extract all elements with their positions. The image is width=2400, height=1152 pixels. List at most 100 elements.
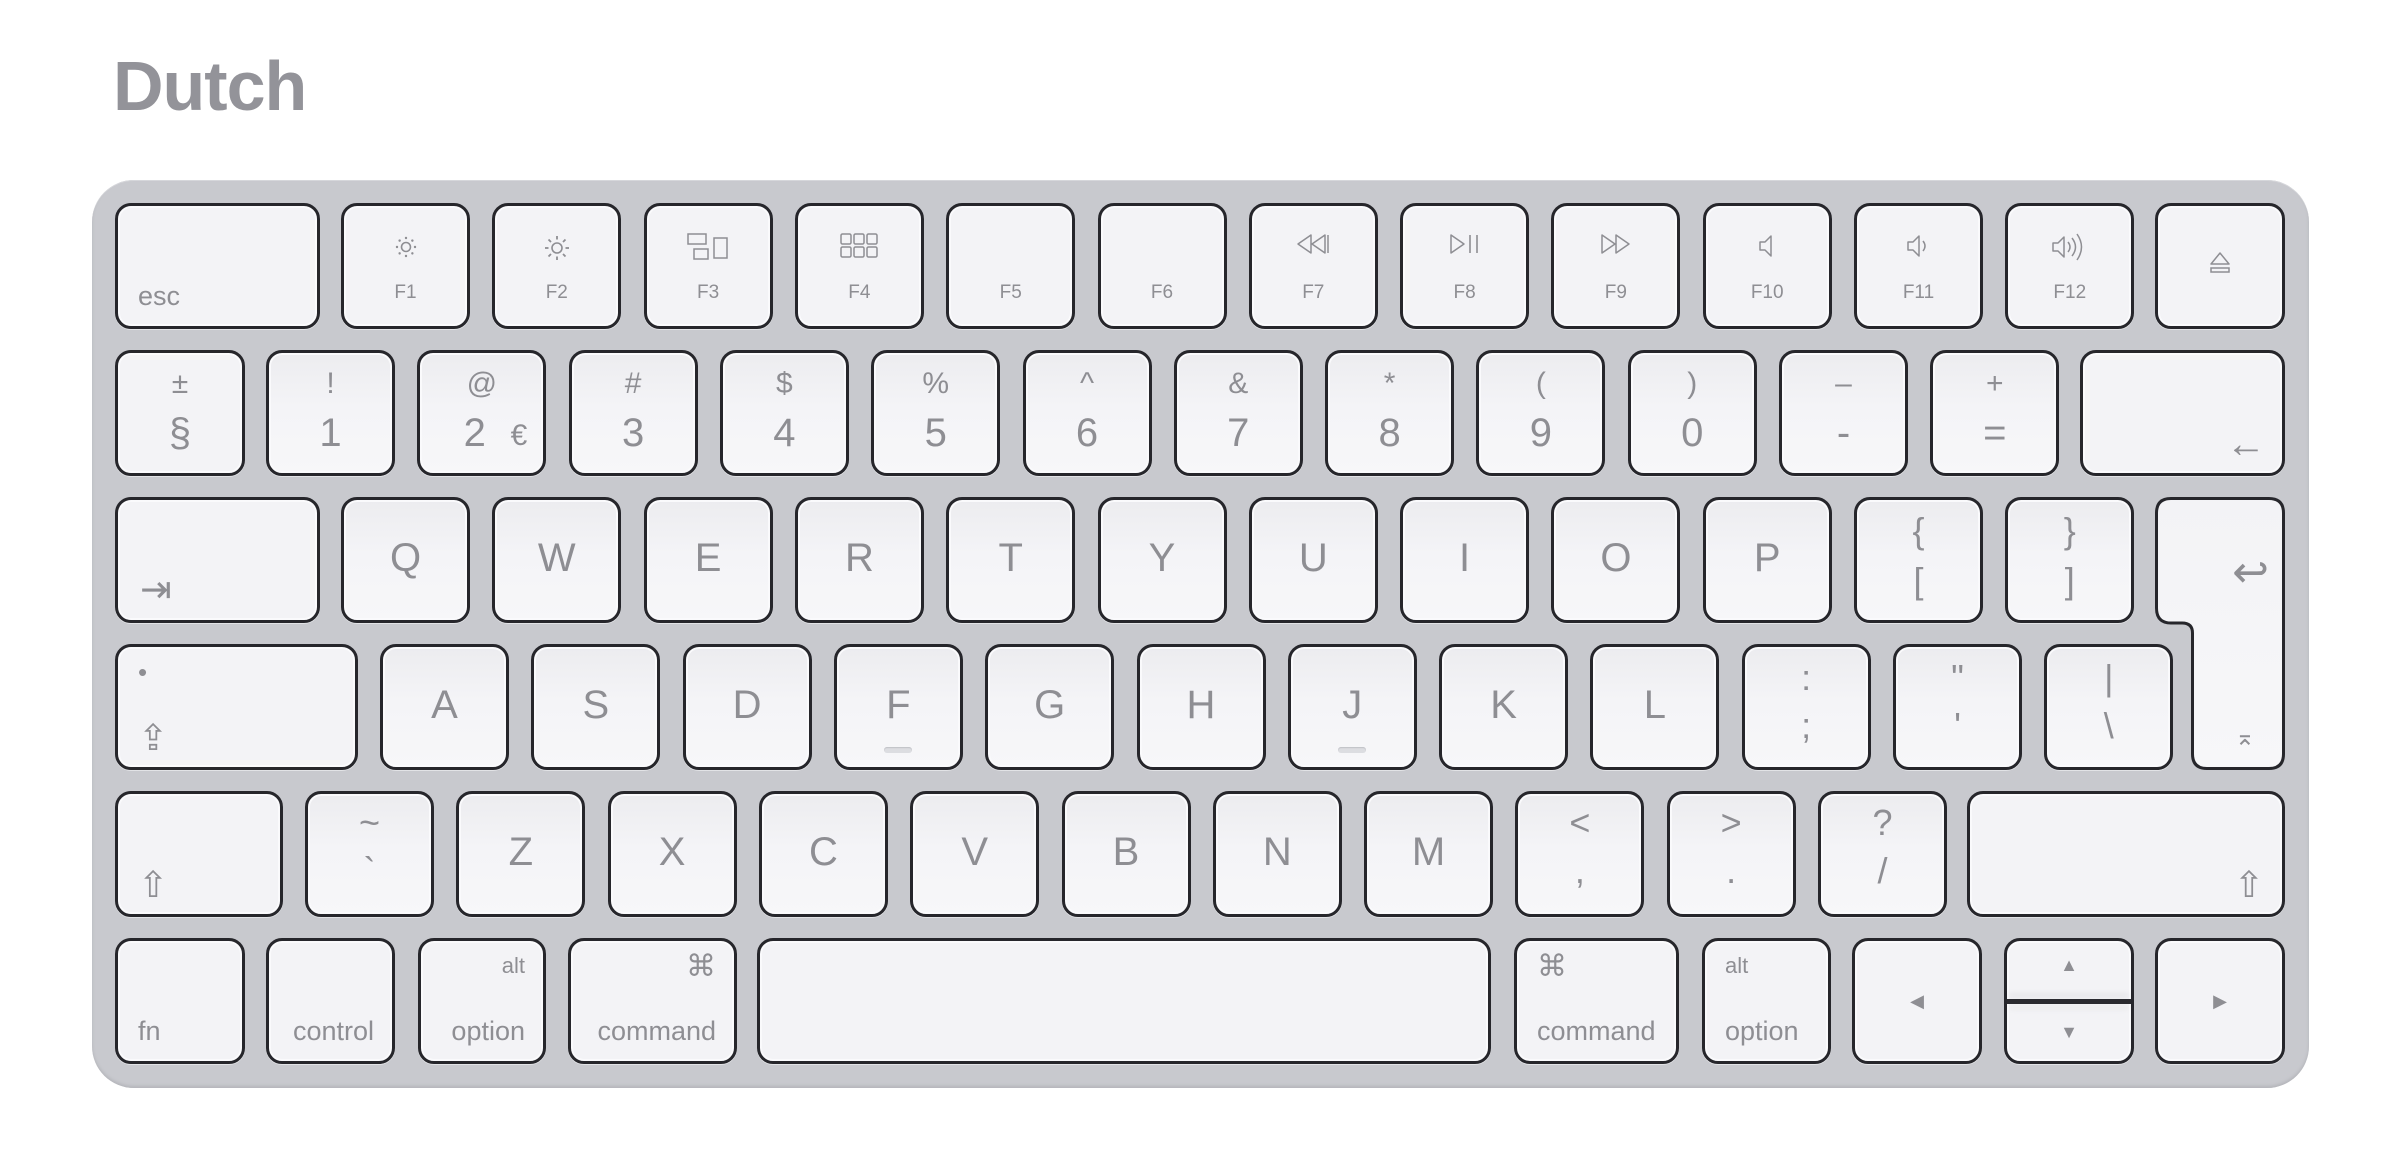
key-8[interactable]: * 8 <box>1325 350 1455 476</box>
right-command-key[interactable]: ⌘ command <box>1514 938 1679 1064</box>
key-q[interactable]: Q <box>341 497 470 623</box>
key-j[interactable]: J <box>1287 644 1417 770</box>
key-v[interactable]: V <box>910 791 1040 917</box>
key-9[interactable]: (9 <box>1476 350 1606 476</box>
option-label: option <box>451 1016 525 1046</box>
fkey-f5[interactable]: F5 <box>946 203 1076 329</box>
key-shift-legend: | <box>2104 657 2114 698</box>
key-legend: Z <box>508 830 534 874</box>
key-r[interactable]: R <box>794 497 924 623</box>
key-legend: P <box>1753 536 1781 580</box>
key-c[interactable]: C <box>758 791 888 917</box>
key-legend: [ <box>1913 560 1924 601</box>
fkey-f1[interactable]: F1 <box>341 203 470 329</box>
key-l[interactable]: L <box>1590 644 1720 770</box>
fkey-f2[interactable]: F2 <box>492 203 622 329</box>
key-legend: R <box>844 536 874 580</box>
key-shift-legend: > <box>1720 802 1742 843</box>
left-option-key[interactable]: alt option <box>418 938 546 1064</box>
left-shift-key[interactable]: ⇧ <box>115 791 283 917</box>
key-question[interactable]: ? / <box>1818 791 1947 917</box>
key-p[interactable]: P <box>1702 497 1832 623</box>
fkey-f7[interactable]: F7 <box>1248 203 1378 329</box>
arrow-left-key[interactable]: ◀ <box>1852 938 1982 1064</box>
key-tilde[interactable]: ~ ` <box>305 791 434 917</box>
fn-key[interactable]: fn <box>115 938 245 1064</box>
right-option-key[interactable]: alt option <box>1702 938 1831 1064</box>
key-o[interactable]: O <box>1551 497 1681 623</box>
key-greater[interactable]: >. <box>1666 791 1796 917</box>
key-4[interactable]: $4 <box>719 350 849 476</box>
key-pipe[interactable]: | \ <box>2044 644 2174 770</box>
eject-key[interactable] <box>2155 203 2285 329</box>
fast-forward-icon <box>1554 232 1677 262</box>
key-e[interactable]: E <box>643 497 773 623</box>
key-x[interactable]: X <box>607 791 737 917</box>
key-m[interactable]: M <box>1364 791 1494 917</box>
fkey-f6[interactable]: F6 <box>1097 203 1227 329</box>
fkey-f10[interactable]: F10 <box>1702 203 1832 329</box>
key-s[interactable]: S <box>531 644 661 770</box>
fkey-f9[interactable]: F9 <box>1551 203 1681 329</box>
return-key[interactable]: ↩ ⌅ <box>2155 497 2285 770</box>
key-legend: ] <box>2064 560 2075 601</box>
key-y[interactable]: Y <box>1097 497 1227 623</box>
delete-key[interactable]: ← <box>2080 350 2285 476</box>
caps-lock-icon: ⇪ <box>138 717 169 758</box>
fkey-f3[interactable]: F3 <box>643 203 773 329</box>
key-3[interactable]: #3 <box>568 350 698 476</box>
caps-lock-key[interactable]: • ⇪ <box>115 644 358 770</box>
play-pause-icon <box>1403 232 1526 262</box>
fkey-label: F8 <box>1453 282 1476 303</box>
key-i[interactable]: I <box>1400 497 1530 623</box>
tab-key[interactable]: ⇥ <box>115 497 320 623</box>
key-h[interactable]: H <box>1136 644 1266 770</box>
key-6[interactable]: ^ 6 <box>1022 350 1152 476</box>
key-7[interactable]: & 7 <box>1173 350 1303 476</box>
key-shift-legend: " <box>1951 657 1964 698</box>
key-b[interactable]: B <box>1061 791 1191 917</box>
key-d[interactable]: D <box>682 644 812 770</box>
key-n[interactable]: N <box>1212 791 1342 917</box>
left-command-key[interactable]: ⌘ command <box>568 938 737 1064</box>
key-1[interactable]: ! 1 <box>266 350 395 476</box>
key-w[interactable]: W <box>492 497 622 623</box>
fkey-f11[interactable]: F11 <box>1854 203 1983 329</box>
key-less[interactable]: <, <box>1515 791 1645 917</box>
key-u[interactable]: U <box>1248 497 1378 623</box>
key-equals[interactable]: + = <box>1930 350 2060 476</box>
fkey-label: F10 <box>1750 282 1784 303</box>
key-quote[interactable]: " ' <box>1893 644 2022 770</box>
fkey-f8[interactable]: F8 <box>1400 203 1530 329</box>
key-2[interactable]: @2 € <box>417 350 547 476</box>
key-5[interactable]: % 5 <box>871 350 1001 476</box>
key-f[interactable]: F <box>833 644 963 770</box>
key-colon[interactable]: :; <box>1741 644 1871 770</box>
fkey-f4[interactable]: F4 <box>794 203 924 329</box>
key-legend: M <box>1411 830 1446 874</box>
key-shift-legend: * <box>1383 367 1396 400</box>
key-a[interactable]: A <box>380 644 509 770</box>
key-lbrace[interactable]: {[ <box>1854 497 1983 623</box>
key-legend: ' <box>1954 705 1961 746</box>
key-g[interactable]: G <box>985 644 1115 770</box>
space-bar[interactable] <box>757 938 1491 1064</box>
key-rbrace[interactable]: }] <box>2005 497 2135 623</box>
arrow-up-key[interactable]: ▲ <box>2007 941 2131 999</box>
key-t[interactable]: T <box>946 497 1076 623</box>
esc-key[interactable]: esc <box>115 203 320 329</box>
key-k[interactable]: K <box>1439 644 1569 770</box>
key-legend: E <box>694 536 722 580</box>
key-hyphen[interactable]: – - <box>1779 350 1908 476</box>
right-shift-key[interactable]: ⇧ <box>1967 791 2285 917</box>
fkey-f12[interactable]: F12 <box>2005 203 2135 329</box>
arrow-up-down-key[interactable]: ▲ ▼ <box>2004 938 2134 1064</box>
key-section[interactable]: ± § <box>115 350 245 476</box>
key-shift-legend: ^ <box>1079 367 1095 400</box>
arrow-right-key[interactable]: ▶ <box>2155 938 2285 1064</box>
key-0[interactable]: ) 0 <box>1627 350 1757 476</box>
control-key[interactable]: control <box>266 938 395 1064</box>
key-z[interactable]: Z <box>456 791 586 917</box>
key-shift-legend: & <box>1228 367 1249 400</box>
arrow-down-key[interactable]: ▼ <box>2007 1004 2131 1061</box>
